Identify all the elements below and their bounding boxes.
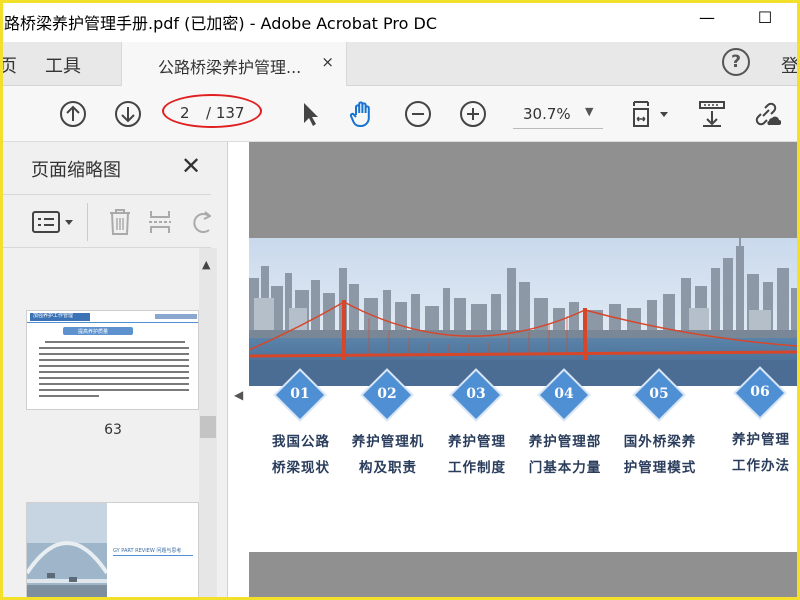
- title-bar: 路桥梁养护管理手册.pdf (已加密) - Adobe Acrobat Pro …: [0, 0, 800, 42]
- thumb-caption: GY PART REVIEW 问题与思考: [113, 548, 182, 554]
- toc-title-line1: 养护管理: [732, 432, 790, 448]
- chevron-down-icon[interactable]: ▼: [585, 105, 593, 118]
- thumb-text-lines: [39, 341, 189, 397]
- zoom-out-icon[interactable]: [403, 99, 433, 129]
- toc-title-line2: 护管理模式: [623, 460, 697, 476]
- chevron-up-icon[interactable]: ▲: [202, 258, 210, 271]
- scroll-mode-icon[interactable]: [697, 99, 727, 129]
- toc-number: 05: [649, 386, 669, 402]
- thumb-bridge-photo: [27, 503, 107, 600]
- thumbnail-panel: 页面缩略图 ✕ ▲ 加强养护工作管理 提高养护质量 63 GY PART REV…: [3, 142, 228, 600]
- toc-number: 03: [466, 386, 486, 402]
- toc-title-line1: 养护管理部: [528, 434, 602, 450]
- tab-home[interactable]: 页: [0, 52, 17, 78]
- toc-number: 01: [290, 386, 310, 402]
- page-number-input[interactable]: 2 / 137: [162, 94, 264, 128]
- collapse-panel-icon[interactable]: ◀: [234, 388, 243, 402]
- hand-tool-icon[interactable]: [347, 99, 377, 129]
- panel-title: 页面缩略图: [31, 160, 121, 181]
- signin-button[interactable]: 登: [781, 52, 799, 78]
- close-tab-icon[interactable]: ×: [321, 53, 334, 71]
- panel-toolbar: [3, 194, 211, 248]
- toc-number: 02: [377, 386, 397, 402]
- thumb-box-label: 提高养护质量: [78, 329, 109, 335]
- delete-icon[interactable]: [107, 207, 133, 237]
- window-title: 路桥梁养护管理手册.pdf (已加密) - Adobe Acrobat Pro …: [4, 14, 438, 33]
- toc-number: 06: [750, 384, 770, 400]
- toolbar: [3, 86, 797, 142]
- close-panel-icon[interactable]: ✕: [181, 152, 201, 180]
- pdf-page: 01 我国公路 桥梁现状 02 养护管理机 构及职责 03 养护管理 工作制度 …: [249, 238, 797, 552]
- banner-image: [249, 238, 797, 386]
- divider: [87, 203, 88, 241]
- toc-title-line2: 门基本力量: [528, 460, 602, 476]
- page-thumbnail-63[interactable]: 加强养护工作管理 提高养护质量: [26, 310, 199, 410]
- thumb-logo: [155, 314, 197, 319]
- thumb-caption-underline: [113, 555, 193, 556]
- thumb-header: 加强养护工作管理: [27, 311, 198, 323]
- select-arrow-icon[interactable]: [295, 99, 325, 129]
- page-up-icon[interactable]: [58, 99, 88, 129]
- tab-bar: 页 工具 公路桥梁养护管理... × ? 登: [0, 42, 799, 86]
- options-icon[interactable]: [31, 209, 77, 235]
- thumb-heading: 加强养护工作管理: [33, 313, 74, 319]
- page-down-icon[interactable]: [113, 99, 143, 129]
- rotate-icon[interactable]: [189, 207, 211, 237]
- help-icon[interactable]: ?: [722, 48, 750, 76]
- thumb-box: 提高养护质量: [63, 327, 133, 335]
- zoom-value[interactable]: 30.7%: [523, 105, 571, 123]
- tab-tools[interactable]: 工具: [45, 52, 81, 78]
- document-tab-label: 公路桥梁养护管理...: [158, 58, 302, 77]
- zoom-in-icon[interactable]: [458, 99, 488, 129]
- insert-icon[interactable]: [147, 207, 173, 237]
- document-view[interactable]: 01 我国公路 桥梁现状 02 养护管理机 构及职责 03 养护管理 工作制度 …: [249, 142, 797, 597]
- page-thumbnail-64[interactable]: GY PART REVIEW 问题与思考: [26, 502, 199, 600]
- toc-title-line2: 工作办法: [732, 458, 790, 474]
- red-highlight-oval: [162, 94, 262, 128]
- thumbnail-page-number: 63: [104, 422, 122, 438]
- minimize-button[interactable]: —: [692, 8, 722, 32]
- zoom-dropdown[interactable]: 30.7% ▼: [513, 99, 603, 129]
- page-fit-icon[interactable]: [628, 99, 673, 129]
- tab-document[interactable]: 公路桥梁养护管理... ×: [121, 42, 347, 86]
- toc-title-line1: 国外桥梁养: [623, 434, 697, 450]
- share-link-icon[interactable]: [751, 99, 781, 129]
- toc-number: 04: [554, 386, 574, 402]
- city-bridge-banner: [249, 238, 797, 386]
- maximize-button[interactable]: ☐: [750, 8, 780, 32]
